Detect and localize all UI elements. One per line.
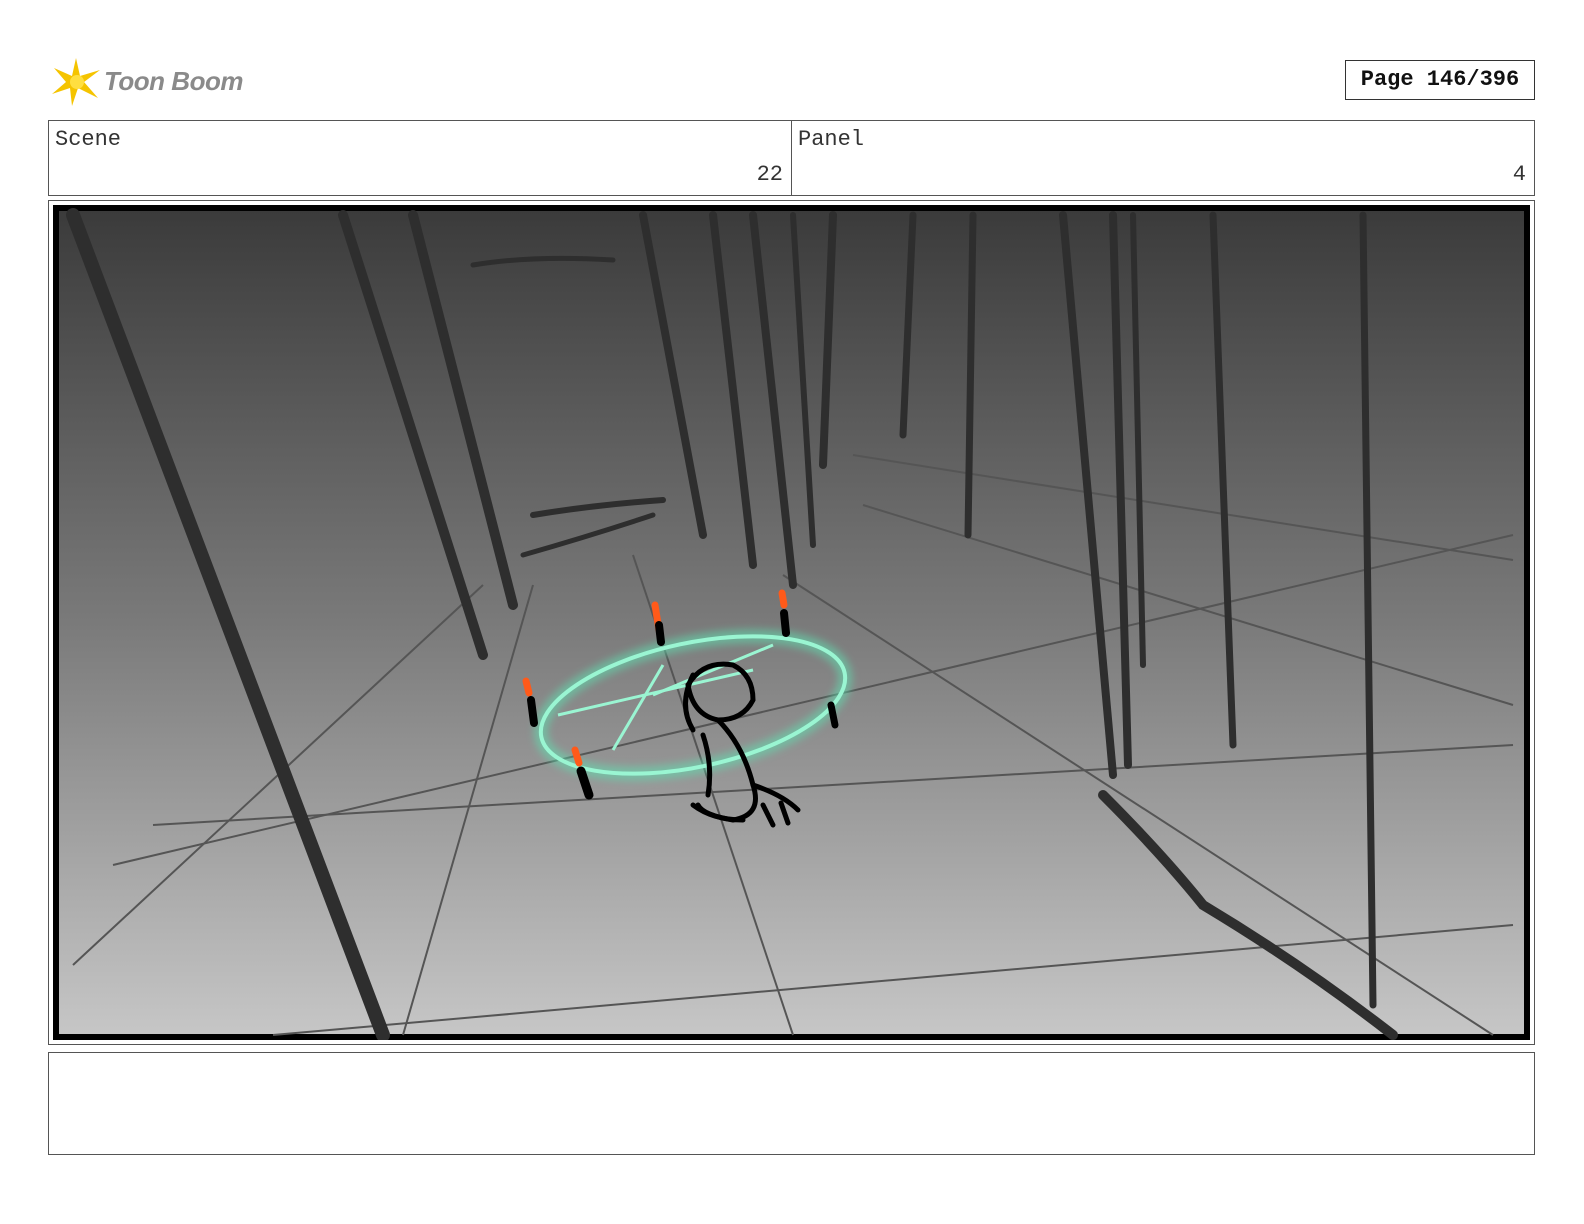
scene-background (59, 211, 1524, 1034)
scene-number: 22 (756, 162, 783, 187)
scene-cell: Scene 22 (49, 121, 791, 195)
logo-text: Toon Boom (104, 66, 243, 96)
panel-cell: Panel 4 (791, 121, 1534, 195)
panel-label: Panel (798, 127, 865, 152)
caption-box[interactable] (48, 1052, 1535, 1155)
panel-number: 4 (1512, 162, 1526, 187)
toon-boom-star-icon (52, 58, 100, 106)
scene-panel-header: Scene 22 Panel 4 (48, 120, 1535, 196)
page-number: Page 146/396 (1345, 60, 1535, 100)
panel-drawing (53, 205, 1530, 1040)
scene-label: Scene (55, 127, 122, 152)
storyboard-panel (48, 200, 1535, 1045)
toon-boom-logo: Toon Boom (50, 56, 250, 108)
